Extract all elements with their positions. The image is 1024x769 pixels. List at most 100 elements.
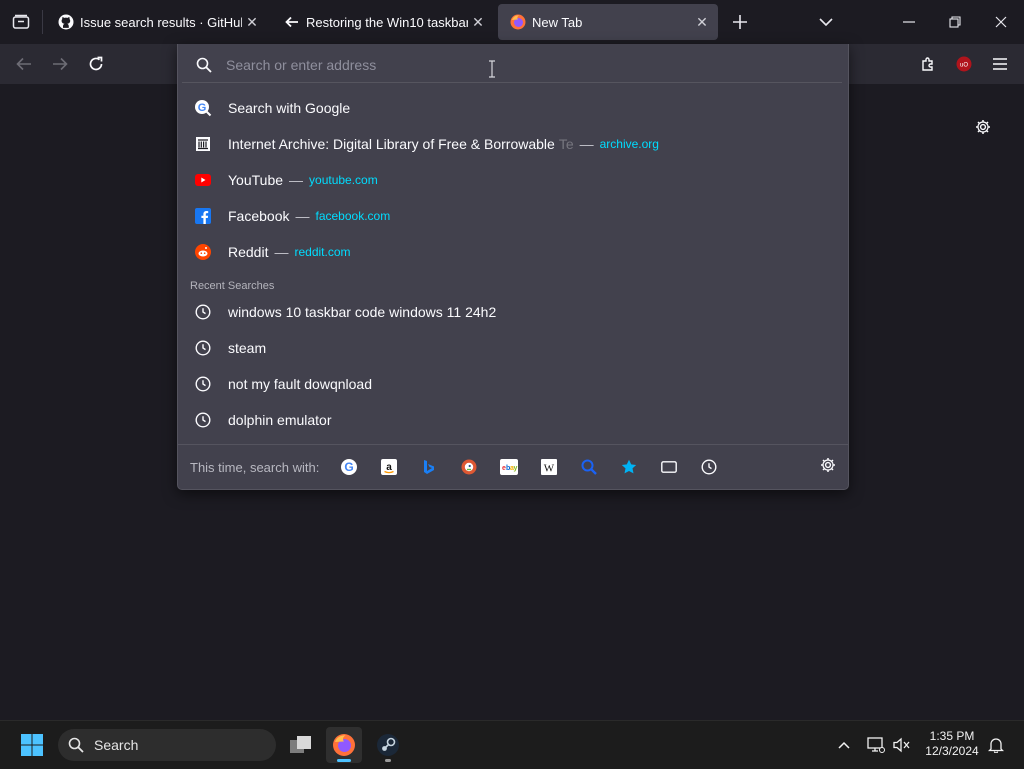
- firefox-view-icon: [12, 14, 30, 29]
- suggestion-reddit[interactable]: Reddit — reddit.com: [182, 234, 842, 270]
- text-cursor-icon: [489, 60, 495, 78]
- arrow-left-icon: [16, 57, 31, 71]
- gear-icon: [821, 458, 835, 472]
- recent-search-item[interactable]: not my fault dowqnload: [182, 366, 842, 402]
- recent-search-item[interactable]: dolphin emulator: [182, 402, 842, 438]
- suggestion-url: youtube.com: [309, 173, 378, 187]
- clock-icon: [194, 375, 212, 393]
- gear-icon: [976, 120, 990, 134]
- close-icon[interactable]: ✕: [692, 12, 712, 32]
- taskbar-steam[interactable]: [370, 727, 406, 763]
- show-hidden-icons-button[interactable]: [826, 727, 862, 763]
- search-icon: [68, 737, 84, 753]
- bookmarks-search-button[interactable]: [609, 447, 649, 487]
- suggestion-url: reddit.com: [294, 245, 351, 259]
- separator-dash: —: [274, 244, 289, 260]
- close-window-button[interactable]: [978, 0, 1024, 44]
- system-clock[interactable]: 1:35 PM 12/3/2024: [918, 729, 986, 759]
- back-button[interactable]: [10, 50, 38, 78]
- taskbar-search-box[interactable]: Search: [58, 729, 276, 761]
- suggestion-url: archive.org: [599, 137, 659, 151]
- google-search-icon: G: [194, 99, 212, 117]
- google-icon: G: [341, 459, 358, 475]
- new-tab-button[interactable]: [718, 0, 762, 44]
- search-icon: [196, 57, 212, 73]
- chevron-down-icon: [819, 18, 833, 26]
- restore-button[interactable]: [932, 0, 978, 44]
- search-with-label: This time, search with:: [190, 459, 320, 475]
- clock-icon: [194, 339, 212, 357]
- extensions-button[interactable]: [914, 50, 942, 78]
- close-icon[interactable]: ✕: [468, 12, 488, 32]
- engine-ebay-button[interactable]: ebay: [489, 447, 529, 487]
- search-settings-button[interactable]: [820, 457, 838, 475]
- engine-google-button[interactable]: G: [329, 447, 369, 487]
- tab-github[interactable]: Issue search results · GitHub ✕: [46, 4, 268, 40]
- list-all-tabs-button[interactable]: [804, 0, 848, 44]
- reload-button[interactable]: [82, 50, 110, 78]
- tab-restoring-taskbar[interactable]: Restoring the Win10 taskbar (th ✕: [272, 4, 494, 40]
- tab-title: Restoring the Win10 taskbar (th: [306, 14, 468, 30]
- history-search-button[interactable]: [689, 447, 729, 487]
- chevron-up-icon: [838, 741, 850, 749]
- ebay-icon: ebay: [500, 459, 519, 475]
- task-view-button[interactable]: [283, 727, 319, 763]
- youtube-icon: [194, 171, 212, 189]
- arrow-right-icon: [53, 57, 68, 71]
- suggestion-internet-archive[interactable]: Internet Archive: Digital Library of Fre…: [182, 126, 842, 162]
- notifications-button[interactable]: [982, 727, 1010, 763]
- close-icon[interactable]: ✕: [242, 12, 262, 32]
- restore-icon: [949, 16, 961, 28]
- archive-icon: [194, 135, 212, 153]
- url-bar[interactable]: Search or enter address: [182, 48, 842, 83]
- clock-icon: [194, 411, 212, 429]
- suggestion-youtube[interactable]: YouTube — youtube.com: [182, 162, 842, 198]
- taskbar-firefox[interactable]: [326, 727, 362, 763]
- svg-text:uO: uO: [960, 63, 968, 69]
- separator-dash: —: [295, 208, 310, 224]
- firefox-icon: [510, 14, 526, 30]
- engine-duckduckgo-button[interactable]: [449, 447, 489, 487]
- suggestion-search-with-google[interactable]: G Search with Google: [182, 90, 842, 126]
- steam-icon: [377, 734, 399, 756]
- engine-amazon-button[interactable]: a: [369, 447, 409, 487]
- engine-bing-button[interactable]: [409, 447, 449, 487]
- tab-title: New Tab: [532, 14, 583, 30]
- separator-dash: —: [579, 136, 594, 152]
- recent-search-text: steam: [228, 340, 267, 356]
- suggestion-facebook[interactable]: Facebook — facebook.com: [182, 198, 842, 234]
- suggestion-title: Search with Google: [228, 100, 351, 116]
- recent-search-item[interactable]: steam: [182, 330, 842, 366]
- windows-taskbar: Search 1:35 PM 12/3/2024: [0, 720, 1024, 769]
- tab-strip: Issue search results · GitHub ✕ Restorin…: [0, 0, 1024, 44]
- ublock-origin-button[interactable]: uO: [950, 50, 978, 78]
- reload-icon: [89, 56, 103, 71]
- wikipedia-icon: W: [541, 459, 558, 475]
- minimize-button[interactable]: [886, 0, 932, 44]
- engine-custom-search-button[interactable]: [569, 447, 609, 487]
- start-button[interactable]: [14, 727, 50, 763]
- close-icon: [995, 16, 1007, 28]
- firefox-view-button[interactable]: [0, 0, 42, 44]
- forward-button[interactable]: [46, 50, 74, 78]
- firefox-icon: [333, 734, 355, 756]
- recent-search-text: not my fault dowqnload: [228, 376, 372, 392]
- svg-text:W: W: [544, 463, 555, 475]
- app-menu-button[interactable]: [986, 50, 1014, 78]
- tab-new-tab[interactable]: New Tab ✕: [498, 4, 718, 40]
- network-status[interactable]: [862, 727, 890, 763]
- clock-time: 1:35 PM: [929, 729, 975, 743]
- customize-new-tab-button[interactable]: [972, 116, 994, 138]
- volume-muted-icon: [893, 737, 910, 753]
- separator-dash: —: [289, 172, 304, 188]
- url-input[interactable]: Search or enter address: [226, 57, 376, 73]
- plus-icon: [733, 15, 747, 29]
- engine-wikipedia-button[interactable]: W: [529, 447, 569, 487]
- svg-text:G: G: [198, 102, 207, 114]
- puzzle-icon: [922, 57, 933, 71]
- recent-search-item[interactable]: windows 10 taskbar code windows 11 24h2: [182, 294, 842, 330]
- tabs-search-button[interactable]: [649, 447, 689, 487]
- bing-icon: [424, 460, 435, 474]
- suggestion-url: facebook.com: [315, 209, 391, 223]
- volume-status[interactable]: [888, 727, 916, 763]
